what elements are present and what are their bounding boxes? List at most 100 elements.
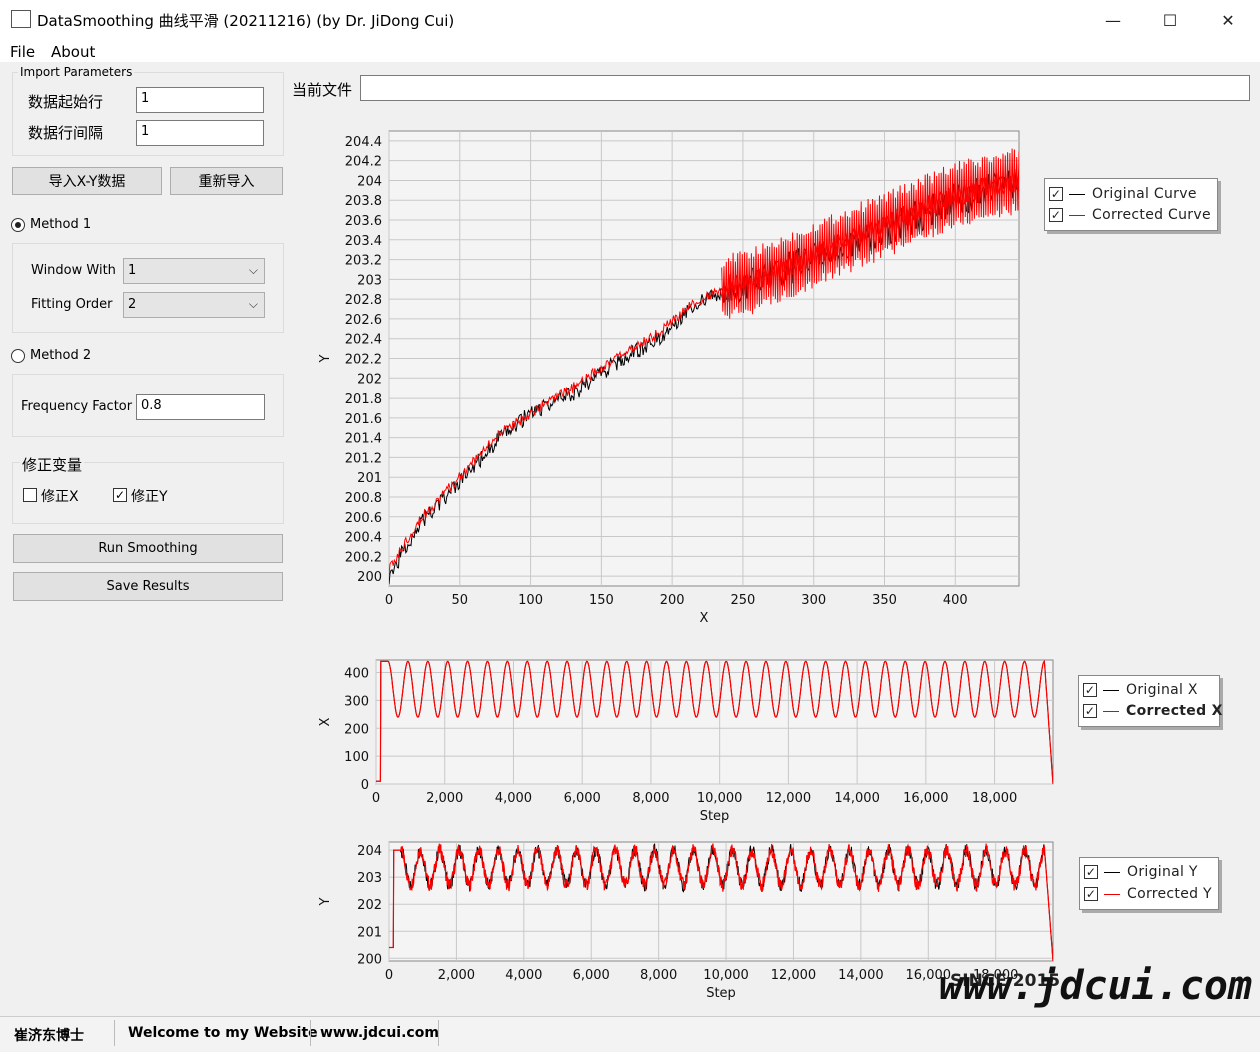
y-tick-label: 204 bbox=[357, 174, 382, 189]
y-tick-label: 202.6 bbox=[345, 313, 382, 328]
save-results-button[interactable]: Save Results bbox=[13, 572, 283, 601]
y-tick-label: 202.8 bbox=[345, 293, 382, 308]
menu-bar bbox=[0, 40, 1260, 62]
y-tick-label: 201 bbox=[357, 925, 382, 940]
y-tick-label: 201 bbox=[357, 471, 382, 486]
menu-about[interactable]: About bbox=[51, 43, 95, 61]
legend-line-original bbox=[1104, 871, 1120, 873]
y-axis-label: Y bbox=[318, 354, 333, 363]
legend-original-y: Original Y bbox=[1127, 864, 1198, 880]
y-axis-label: X bbox=[318, 717, 333, 726]
checkbox-icon[interactable]: ✓ bbox=[1084, 865, 1098, 879]
y-tick-label: 201.4 bbox=[345, 432, 382, 447]
y-tick-label: 200 bbox=[357, 952, 382, 967]
fitting-order-label: Fitting Order bbox=[31, 297, 113, 312]
start-row-input[interactable]: 1 bbox=[136, 87, 264, 113]
minimize-button[interactable]: — bbox=[1085, 4, 1141, 36]
status-url[interactable]: www.jdcui.com bbox=[320, 1025, 439, 1041]
method2-label: Method 2 bbox=[30, 348, 92, 363]
checkbox-icon[interactable]: ✓ bbox=[1049, 208, 1063, 222]
x-tick-label: 2,000 bbox=[426, 791, 463, 806]
legend-corrected-curve: Corrected Curve bbox=[1092, 207, 1211, 223]
main-chart-legend: ✓ Original Curve ✓ Corrected Curve bbox=[1044, 178, 1218, 231]
x-tick-label: 10,000 bbox=[703, 968, 749, 983]
x-tick-label: 4,000 bbox=[495, 791, 532, 806]
maximize-button[interactable]: ☐ bbox=[1142, 4, 1198, 36]
x-axis-label: Step bbox=[700, 809, 730, 824]
status-divider bbox=[114, 1020, 115, 1046]
import-xy-button[interactable]: 导入X-Y数据 bbox=[12, 167, 162, 195]
checkbox-icon[interactable]: ✓ bbox=[1083, 683, 1097, 697]
window-with-select[interactable]: 1 ⌵ bbox=[123, 258, 265, 284]
correction-title: 修正变量 bbox=[20, 454, 85, 475]
x-tick-label: 0 bbox=[385, 968, 393, 983]
y-tick-label: 203.8 bbox=[345, 194, 382, 209]
y-tick-label: 204.2 bbox=[345, 155, 382, 170]
status-divider bbox=[310, 1020, 311, 1046]
y-tick-label: 203.4 bbox=[345, 234, 382, 249]
window-with-value: 1 bbox=[128, 263, 137, 278]
frequency-factor-label: Frequency Factor bbox=[21, 399, 133, 414]
y-tick-label: 200.2 bbox=[345, 550, 382, 565]
app-icon bbox=[11, 10, 31, 28]
x-tick-label: 18,000 bbox=[972, 791, 1018, 806]
run-smoothing-button[interactable]: Run Smoothing bbox=[13, 534, 283, 563]
y-axis-label: Y bbox=[318, 897, 333, 906]
x-tick-label: 50 bbox=[452, 593, 469, 608]
plot-area bbox=[388, 841, 1054, 962]
x-axis-label: X bbox=[700, 611, 709, 626]
chevron-down-icon: ⌵ bbox=[248, 297, 258, 311]
x-tick-label: 10,000 bbox=[697, 791, 743, 806]
menu-file[interactable]: File bbox=[10, 43, 35, 61]
correct-x-checkbox[interactable] bbox=[23, 488, 37, 502]
x-tick-label: 0 bbox=[385, 593, 393, 608]
x-tick-label: 200 bbox=[660, 593, 685, 608]
y-tick-label: 202.2 bbox=[345, 353, 382, 368]
correct-x-label: 修正X bbox=[41, 489, 79, 505]
x-chart-legend: ✓ Original X ✓ Corrected X bbox=[1078, 675, 1222, 727]
y-tick-label: 202 bbox=[357, 372, 382, 387]
legend-line-original bbox=[1069, 193, 1085, 195]
start-row-label: 数据起始行 bbox=[28, 93, 104, 111]
x-tick-label: 12,000 bbox=[771, 968, 817, 983]
y-tick-label: 204.4 bbox=[345, 135, 382, 150]
correct-y-checkbox[interactable]: ✓ bbox=[113, 488, 127, 502]
y-tick-label: 201.8 bbox=[345, 392, 382, 407]
y-tick-label: 203 bbox=[357, 871, 382, 886]
checkbox-icon[interactable]: ✓ bbox=[1049, 187, 1063, 201]
chevron-down-icon: ⌵ bbox=[248, 263, 258, 277]
method2-radio[interactable] bbox=[11, 349, 25, 363]
close-button[interactable]: ✕ bbox=[1200, 4, 1256, 36]
fitting-order-value: 2 bbox=[128, 297, 137, 312]
x-tick-label: 6,000 bbox=[564, 791, 601, 806]
y-tick-label: 100 bbox=[344, 750, 369, 765]
x-tick-label: 6,000 bbox=[573, 968, 610, 983]
checkbox-icon[interactable]: ✓ bbox=[1083, 704, 1097, 718]
status-welcome[interactable]: Welcome to my Website bbox=[128, 1025, 318, 1041]
y-tick-label: 400 bbox=[344, 667, 369, 682]
correct-y-label: 修正Y bbox=[131, 489, 168, 505]
y-tick-label: 201.6 bbox=[345, 412, 382, 427]
legend-line-corrected bbox=[1103, 710, 1119, 712]
x-tick-label: 4,000 bbox=[505, 968, 542, 983]
y-tick-label: 201.2 bbox=[345, 451, 382, 466]
x-axis-label: Step bbox=[706, 986, 736, 1001]
legend-corrected-y: Corrected Y bbox=[1127, 886, 1212, 902]
current-file-input[interactable] bbox=[360, 75, 1250, 101]
x-tick-label: 100 bbox=[518, 593, 543, 608]
reimport-button[interactable]: 重新导入 bbox=[170, 167, 283, 195]
current-file-label: 当前文件 bbox=[292, 81, 353, 99]
y-tick-label: 202.4 bbox=[345, 333, 382, 348]
y-tick-label: 200.8 bbox=[345, 491, 382, 506]
fitting-order-select[interactable]: 2 ⌵ bbox=[123, 292, 265, 318]
checkbox-icon[interactable]: ✓ bbox=[1084, 887, 1098, 901]
frequency-factor-input[interactable]: 0.8 bbox=[136, 394, 265, 420]
x-tick-label: 8,000 bbox=[640, 968, 677, 983]
y-tick-label: 200 bbox=[344, 722, 369, 737]
x-tick-label: 400 bbox=[943, 593, 968, 608]
method1-radio[interactable] bbox=[11, 218, 25, 232]
row-interval-input[interactable]: 1 bbox=[136, 120, 264, 146]
window-title: DataSmoothing 曲线平滑 (20211216) (by Dr. Ji… bbox=[37, 12, 455, 30]
legend-line-corrected bbox=[1069, 214, 1085, 216]
y-tick-label: 200.6 bbox=[345, 511, 382, 526]
